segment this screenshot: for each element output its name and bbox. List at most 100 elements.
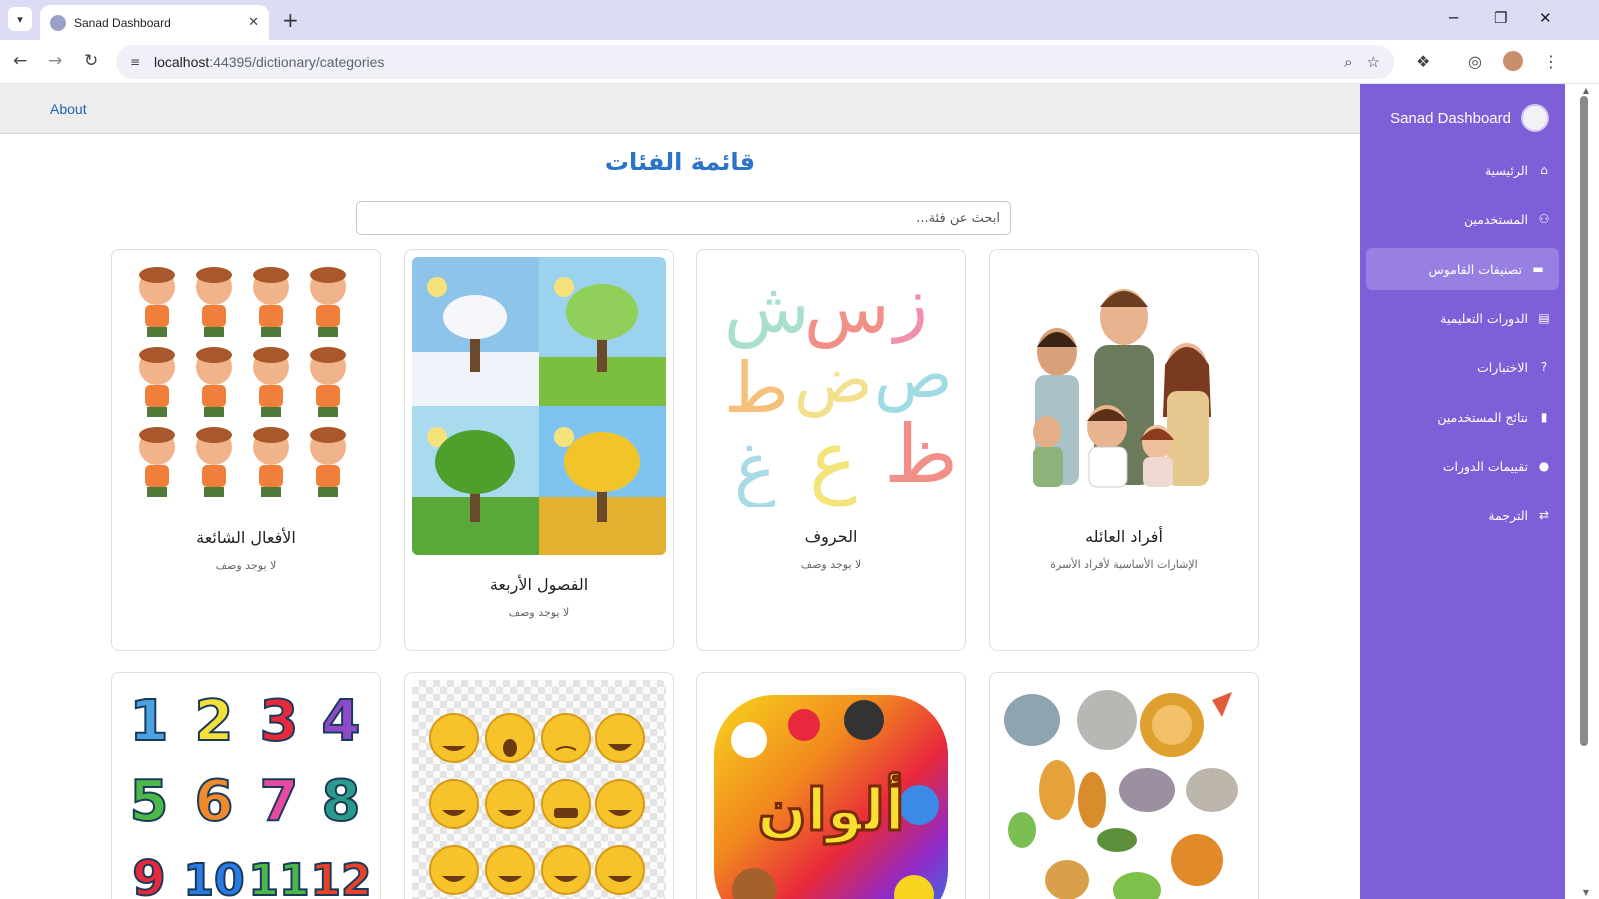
reload-icon[interactable]: ↻ bbox=[84, 51, 98, 71]
category-card-numbers[interactable]: 1 2 3 4 5 6 7 8 9 10 11 12 bbox=[111, 672, 381, 899]
chart-icon: ▮ bbox=[1540, 410, 1548, 424]
sidebar-item-home[interactable]: الرئيسية ⌂ bbox=[1372, 149, 1565, 191]
svg-text:ظ: ظ bbox=[884, 408, 958, 501]
card-title: الفصول الأربعة bbox=[489, 575, 589, 594]
svg-text:ز: ز bbox=[891, 262, 928, 344]
forward-arrow-icon[interactable]: → bbox=[48, 51, 62, 71]
sidebar-item-users[interactable]: المستخدمين ⚇ bbox=[1372, 198, 1565, 240]
sidebar-item-label: الرئيسية bbox=[1484, 162, 1528, 178]
menu-dots-icon[interactable]: ⋮ bbox=[1543, 52, 1559, 71]
translate-icon: ⇄ bbox=[1538, 508, 1550, 522]
svg-text:ع: ع bbox=[809, 413, 857, 507]
app-root: About قائمة الفئات ابحث عن فئة... أفراد … bbox=[0, 84, 1599, 899]
comment-icon: ● bbox=[1538, 459, 1550, 473]
sidebar-item-tests[interactable]: الاختبارات ? bbox=[1372, 346, 1565, 388]
sidebar-item-dictionary-categories[interactable]: تصنيفات القاموس ▬ bbox=[1366, 248, 1559, 290]
number-12: 12 bbox=[310, 855, 371, 899]
sidebar-brand[interactable]: Sanad Dashboard bbox=[1390, 104, 1549, 132]
category-card-emotions[interactable] bbox=[404, 672, 674, 899]
url-text[interactable]: localhost:44395/dictionary/categories bbox=[154, 54, 1344, 70]
card-description: الإشارات الأساسية لأفراد الأسرة bbox=[1050, 558, 1198, 571]
card-title: أفراد العائله bbox=[1085, 527, 1163, 546]
category-card-family[interactable]: أفراد العائله الإشارات الأساسية لأفراد ا… bbox=[989, 249, 1259, 651]
number-5: 5 bbox=[130, 769, 169, 834]
sidebar-item-label: نتائج المستخدمين bbox=[1437, 409, 1528, 425]
restore-button[interactable]: ❐ bbox=[1494, 9, 1507, 27]
category-search-input[interactable] bbox=[356, 201, 1011, 235]
number-3: 3 bbox=[260, 689, 299, 754]
four-seasons-illustration bbox=[412, 257, 666, 555]
brand-title: Sanad Dashboard bbox=[1390, 109, 1511, 127]
number-4: 4 bbox=[322, 689, 361, 754]
scroll-up-icon[interactable]: ▲ bbox=[1583, 86, 1589, 95]
sidebar: Sanad Dashboard الرئيسية ⌂ المستخدمين ⚇ … bbox=[1360, 84, 1565, 899]
page-scrollbar[interactable]: ▲ ▼ bbox=[1565, 84, 1599, 899]
sidebar-item-label: تصنيفات القاموس bbox=[1428, 261, 1522, 277]
category-card-colors[interactable]: ألوان bbox=[696, 672, 966, 899]
category-card-verbs[interactable]: الأفعال الشائعة لا يوجد وصف bbox=[111, 249, 381, 651]
minimize-button[interactable]: ─ bbox=[1449, 9, 1458, 27]
number-11: 11 bbox=[248, 855, 309, 899]
sidebar-item-label: المستخدمين bbox=[1463, 211, 1528, 227]
colors-logo-text: ألوان bbox=[757, 772, 904, 845]
about-link[interactable]: About bbox=[50, 101, 87, 117]
number-8: 8 bbox=[322, 769, 361, 834]
svg-text:غ: غ bbox=[734, 427, 776, 507]
category-card-animals[interactable] bbox=[989, 672, 1259, 899]
back-arrow-icon[interactable]: ← bbox=[13, 51, 27, 71]
url-path: :44395/dictionary/categories bbox=[209, 54, 385, 70]
sidebar-item-translation[interactable]: الترجمة ⇄ bbox=[1372, 494, 1565, 536]
svg-text:ص: ص bbox=[874, 338, 953, 413]
users-icon: ⚇ bbox=[1538, 212, 1550, 226]
card-description: لا يوجد وصف bbox=[215, 559, 277, 572]
folder-icon: ▬ bbox=[1532, 262, 1544, 276]
course-icon: ▤ bbox=[1538, 311, 1550, 325]
sidebar-item-label: الاختبارات bbox=[1477, 359, 1528, 375]
extensions-icon[interactable]: ❖ bbox=[1416, 52, 1430, 71]
sidebar-item-label: تقييمات الدورات bbox=[1442, 458, 1528, 474]
new-tab-button[interactable]: + bbox=[282, 8, 299, 32]
page-title: قائمة الفئات bbox=[604, 148, 756, 176]
number-10: 10 bbox=[183, 855, 244, 899]
family-illustration bbox=[997, 257, 1251, 507]
question-icon: ? bbox=[1540, 360, 1548, 374]
card-title: الأفعال الشائعة bbox=[196, 528, 296, 547]
category-card-letters[interactable]: ش س ز ط ض ص غ ع ظ الحروف لا يوجد وصف bbox=[696, 249, 966, 651]
sidebar-item-user-results[interactable]: نتائج المستخدمين ▮ bbox=[1372, 396, 1565, 438]
sidebar-item-course-ratings[interactable]: تقييمات الدورات ● bbox=[1372, 445, 1565, 487]
sidebar-item-courses[interactable]: الدورات التعليمية ▤ bbox=[1372, 297, 1565, 339]
scroll-down-icon[interactable]: ▼ bbox=[1583, 888, 1589, 897]
card-description: لا يوجد وصف bbox=[508, 606, 570, 619]
browser-tab[interactable]: Sanad Dashboard ✕ bbox=[40, 5, 269, 40]
svg-text:ط: ط bbox=[724, 347, 789, 429]
performance-icon[interactable]: ◎ bbox=[1468, 52, 1482, 71]
tab-list-button[interactable]: ▾ bbox=[8, 7, 32, 31]
zoom-icon[interactable]: ⌕ bbox=[1344, 53, 1352, 71]
tab-favicon-icon bbox=[50, 14, 66, 31]
svg-text:ض: ض bbox=[794, 343, 873, 418]
browser-toolbar: ← → ↻ ≡ localhost:44395/dictionary/categ… bbox=[0, 40, 1599, 84]
tab-title: Sanad Dashboard bbox=[74, 15, 171, 30]
category-card-seasons[interactable]: الفصول الأربعة لا يوجد وصف bbox=[404, 249, 674, 651]
brand-logo bbox=[1521, 104, 1549, 132]
number-7: 7 bbox=[260, 769, 299, 834]
number-1: 1 bbox=[130, 689, 169, 754]
address-bar[interactable]: ≡ localhost:44395/dictionary/categories … bbox=[116, 45, 1394, 79]
home-icon: ⌂ bbox=[1540, 163, 1548, 177]
svg-text:ش: ش bbox=[724, 267, 809, 349]
sidebar-item-label: الترجمة bbox=[1488, 507, 1528, 523]
site-info-icon[interactable]: ≡ bbox=[124, 51, 146, 73]
tab-close-icon[interactable]: ✕ bbox=[248, 15, 259, 30]
sidebar-item-label: الدورات التعليمية bbox=[1440, 310, 1528, 326]
card-title: الحروف bbox=[804, 527, 858, 546]
main-content: قائمة الفئات ابحث عن فئة... أفراد العائل… bbox=[0, 134, 1360, 899]
scrollbar-thumb[interactable] bbox=[1580, 96, 1588, 746]
url-host: localhost bbox=[154, 54, 210, 70]
bookmark-star-icon[interactable]: ☆ bbox=[1367, 53, 1380, 71]
top-navbar: About bbox=[0, 84, 1360, 134]
colors-illustration: ألوان bbox=[704, 680, 958, 899]
browser-tabbar: ▾ Sanad Dashboard ✕ + ─ ❐ ✕ bbox=[0, 0, 1599, 40]
number-9: 9 bbox=[132, 851, 165, 899]
close-window-button[interactable]: ✕ bbox=[1539, 9, 1552, 27]
profile-avatar[interactable] bbox=[1503, 51, 1523, 71]
